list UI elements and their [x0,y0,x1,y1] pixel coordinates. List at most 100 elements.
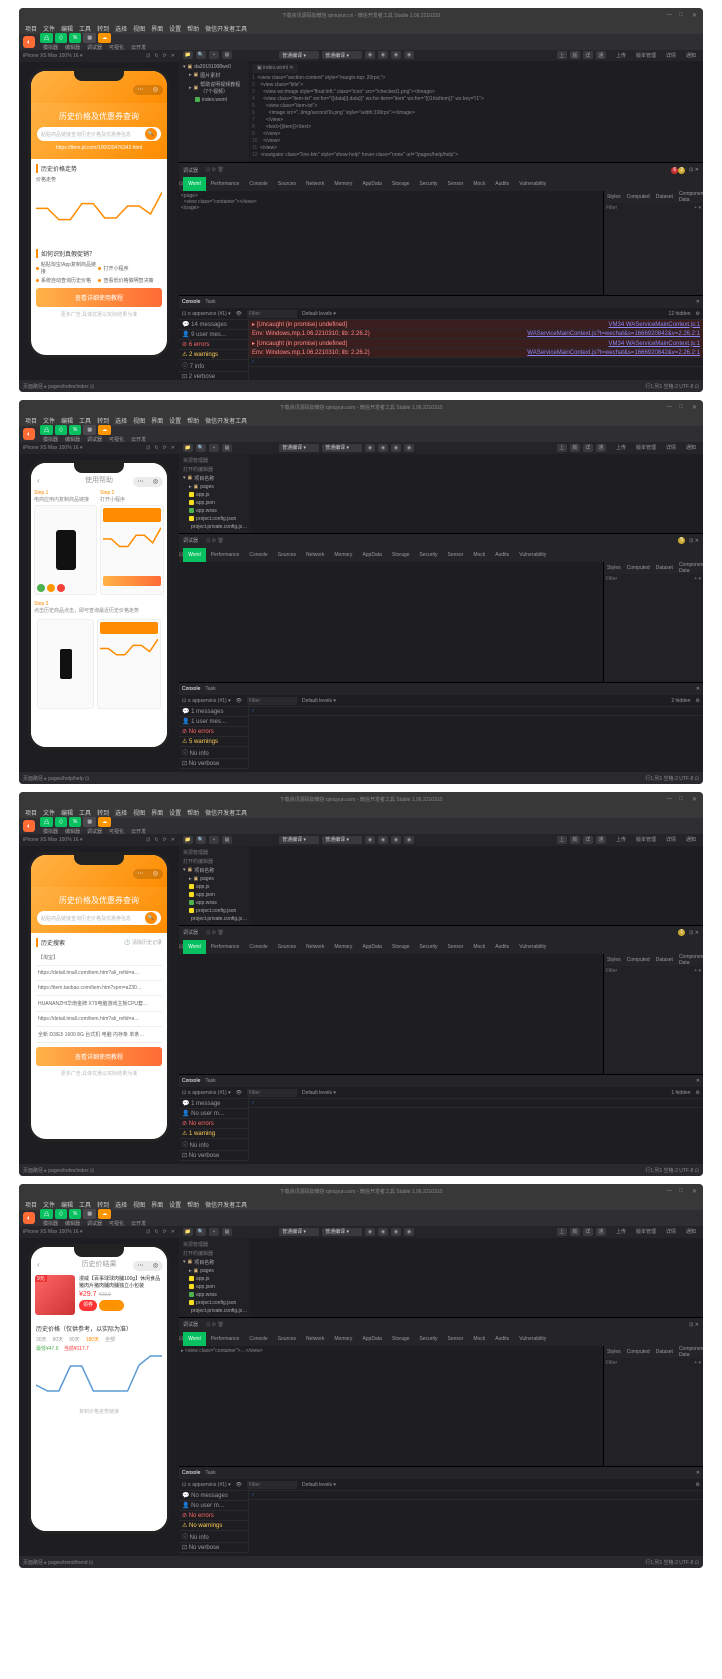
menu-item[interactable]: 微信开发者工具 [205,24,247,33]
sim-icon[interactable]: ⊡ [146,837,150,843]
header-action[interactable]: 版 [570,51,580,59]
header-action[interactable]: 通 [596,444,606,452]
devtools-tab[interactable]: Storage [387,940,415,954]
menu-item[interactable]: 设置 [169,808,181,817]
console-summary-item[interactable]: 👤 No user m… [179,1109,248,1119]
code-editor[interactable] [249,1238,703,1317]
menu-item[interactable]: 项目 [25,24,37,33]
page-select[interactable] [322,836,362,844]
device-selector[interactable]: iPhone XS Max 100% 16 ▾ [23,53,83,59]
editor-button[interactable]: ⟨⟩ [55,33,67,43]
compile-action[interactable]: ◉ [404,836,414,844]
devtools-tab[interactable]: Vulnerability [514,940,551,954]
cloud-button[interactable]: ☁ [98,425,111,435]
menu-item[interactable]: 项目 [25,808,37,817]
sim-icon[interactable]: ⟳ [163,53,167,59]
console-summary-item[interactable]: ⊡ No verbose [179,1151,248,1161]
search-icon[interactable]: 🔍 [145,912,157,924]
devtools-tab[interactable]: Sensor [442,548,468,562]
console-summary-item[interactable]: 👤 1 user mes… [179,717,248,727]
menu-item[interactable]: 视图 [133,24,145,33]
devtools-tab[interactable]: Vulnerability [514,1332,551,1346]
minimize-icon[interactable]: — [666,796,673,803]
devtools-tab[interactable]: Performance [206,940,245,954]
compile-mode-select[interactable] [279,444,319,452]
devtools-tab[interactable]: Mock [468,1332,490,1346]
tree-folder[interactable]: ▣ 项目名称 [181,1258,247,1267]
explorer-icon[interactable]: 📁 [183,836,193,844]
console-tab[interactable]: Console [182,299,200,305]
header-action[interactable]: 详 [583,444,593,452]
simulator-button[interactable]: 凸 [40,425,53,435]
tree-folder[interactable]: ▣ pages [181,875,247,883]
devtools-tab[interactable]: Memory [329,548,357,562]
side-tab[interactable]: Computed [624,954,653,966]
devtools-tab[interactable]: AppData [357,940,386,954]
devtools-tab[interactable]: Security [414,548,442,562]
compile-action[interactable]: ◉ [378,1228,388,1236]
console-prompt[interactable]: › [249,1099,703,1108]
console-summary-item[interactable]: ⓘ No info [179,1531,248,1543]
compile-action[interactable]: ◉ [391,836,401,844]
menu-item[interactable]: 选择 [115,416,127,425]
tree-file[interactable]: app.js [181,883,247,891]
editor-tab[interactable]: ▣ index.wxml ✕ [252,64,298,74]
side-tab[interactable]: Styles [604,1346,624,1358]
menu-item[interactable]: 文件 [43,416,55,425]
tree-file[interactable]: app.json [181,1283,247,1291]
compile-action[interactable]: ◉ [365,1228,375,1236]
devtools-main[interactable] [179,562,603,682]
debugger-button[interactable]: % [69,1209,81,1219]
compile-action[interactable]: ◉ [404,51,414,59]
menu-item[interactable]: 视图 [133,808,145,817]
header-action[interactable]: 通 [596,51,606,59]
devtools-tab[interactable]: Console [244,1332,272,1346]
devtools-main[interactable]: <page> <view class="container"></view> <… [179,191,603,295]
devtools-tab[interactable]: Security [414,177,442,191]
tree-file[interactable]: app.js [181,1275,247,1283]
console-filter[interactable] [247,697,297,705]
tutorial-button[interactable]: 查看详细使用教程 [36,1047,162,1066]
console-summary-item[interactable]: ⊘ 6 errors [179,340,248,350]
search-input[interactable]: 粘贴商品链接查询历史价格及优惠券信息🔍 [37,127,161,141]
tree-file[interactable]: app.json [181,891,247,899]
tree-file[interactable]: app.wxss [181,1291,247,1299]
history-item[interactable]: https://detail.tmall.com/item.htm?ali_re… [36,966,162,981]
devtools-tab[interactable]: Wxml [183,177,206,191]
menu-item[interactable]: 转到 [97,1200,109,1209]
sim-icon[interactable]: ⊡ [146,1229,150,1235]
header-action[interactable]: 版 [570,444,580,452]
period-tab[interactable]: 180天 [86,1336,99,1343]
devtools-tab[interactable]: Memory [329,177,357,191]
explorer-icon[interactable]: 📁 [183,1228,193,1236]
copy-link[interactable]: 复制价格走势链接 [36,1408,162,1415]
ext-icon[interactable]: ▦ [222,51,232,59]
header-action[interactable]: 版 [570,836,580,844]
menu-item[interactable]: 帮助 [187,24,199,33]
compile-action[interactable]: ◉ [404,1228,414,1236]
devtools-tab[interactable]: Security [414,940,442,954]
cloud-button[interactable]: ☁ [98,33,111,43]
console-summary-item[interactable]: ⚠ 1 warning [179,1129,248,1139]
tree-folder[interactable]: ▣ 项目名称 [181,474,247,483]
page-select[interactable] [322,51,362,59]
devtools-tab[interactable]: Wxml [183,548,206,562]
error-badge[interactable]: 6 [671,167,678,174]
menu-item[interactable]: 转到 [97,24,109,33]
side-tab[interactable]: Dataset [653,954,676,966]
header-action[interactable]: 上 [557,836,567,844]
tree-file[interactable]: project.private.config.js… [181,1307,247,1315]
search-icon[interactable]: 🔍 [196,51,206,59]
compile-action[interactable]: ◉ [365,836,375,844]
close-icon[interactable]: ✕ [692,1188,699,1195]
side-tab[interactable]: Component Data [676,191,703,203]
compile-action[interactable]: ◉ [378,51,388,59]
console-close-icon[interactable]: ✕ [696,1078,700,1084]
tutorial-button[interactable]: 查看详细使用教程 [36,288,162,307]
side-tab[interactable]: Styles [604,954,624,966]
search-icon[interactable]: 🔍 [196,836,206,844]
console-summary-item[interactable]: 💬 14 messages [179,320,248,330]
console-level[interactable]: Default levels ▾ [302,698,336,704]
devtools-tab[interactable]: Network [301,940,329,954]
console-summary-item[interactable]: 👤 No user m… [179,1501,248,1511]
